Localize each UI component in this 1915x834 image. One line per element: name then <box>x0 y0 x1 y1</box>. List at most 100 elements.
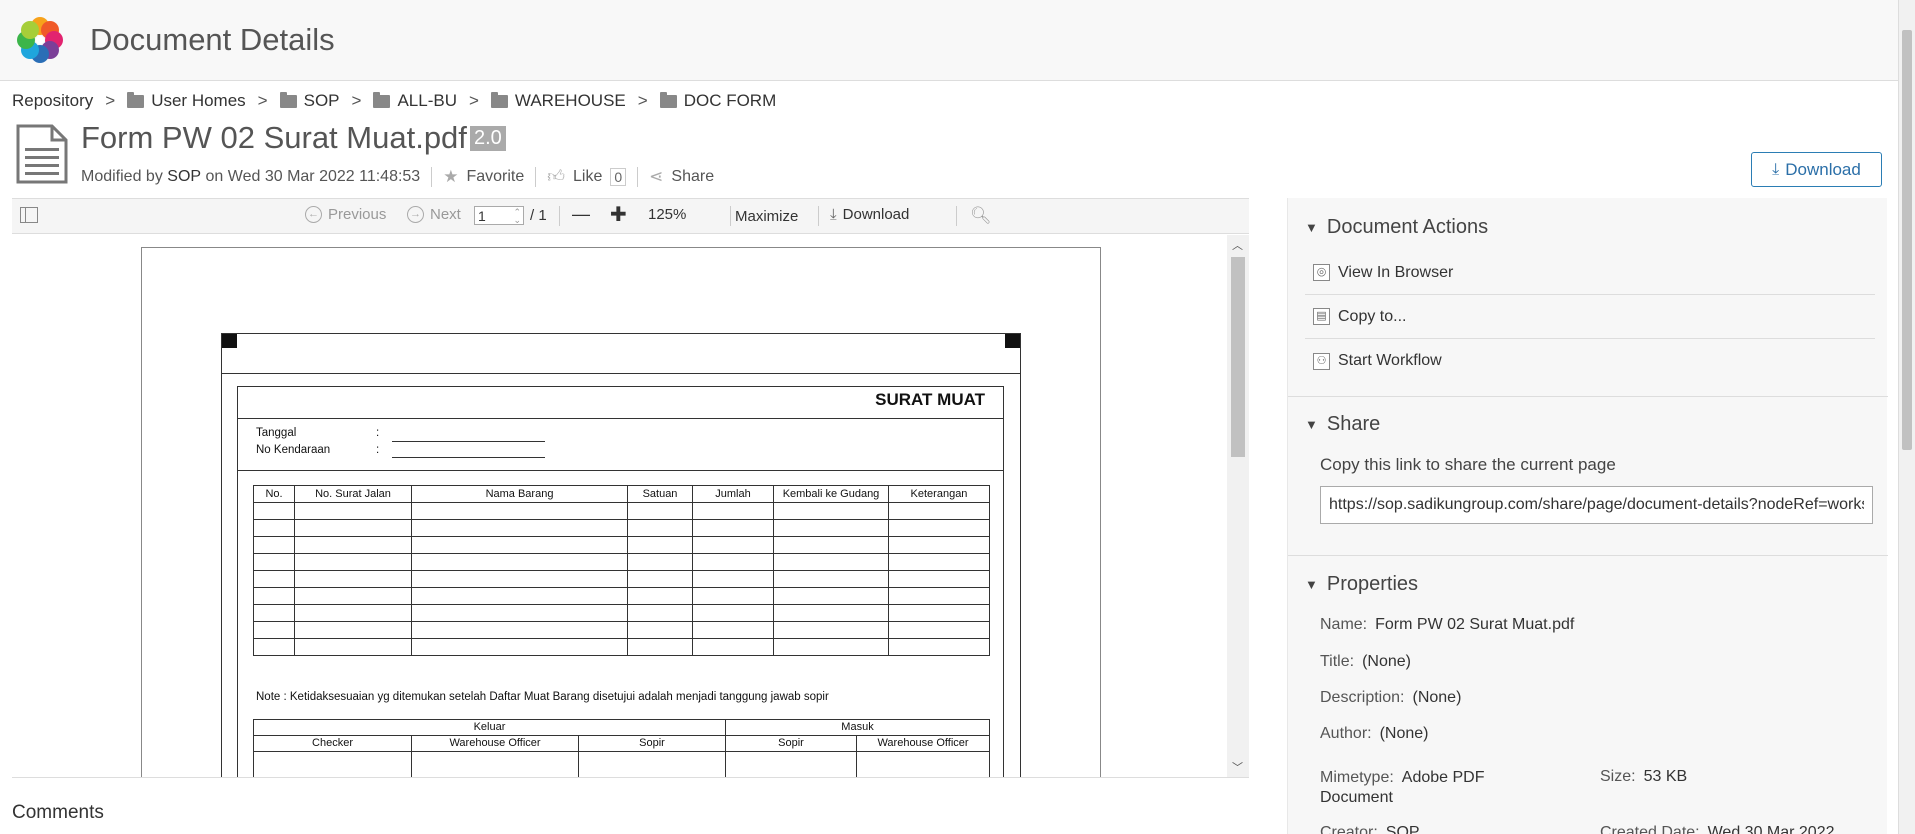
zoom-level[interactable]: 125% <box>648 206 686 223</box>
signature-header-row: Checker Warehouse Officer Sopir Sopir Wa… <box>253 735 990 752</box>
meta-divider <box>535 166 537 187</box>
colon: : <box>376 427 380 439</box>
maximize-button[interactable]: Maximize <box>735 208 798 225</box>
folder-icon <box>490 91 508 108</box>
toolbar-divider <box>559 206 560 226</box>
breadcrumb-user-homes[interactable]: User Homes <box>127 91 246 111</box>
copy-to-action[interactable]: ▤ Copy to... <box>1305 295 1875 339</box>
copy-icon: ▤ <box>1313 308 1330 325</box>
zoom-in-button[interactable]: ✚ <box>610 202 627 227</box>
form-frame: SURAT MUAT Tanggal : No Kendaraan : No. … <box>221 333 1021 777</box>
property-label: Creator: <box>1320 824 1378 834</box>
column-header: Jumlah <box>692 485 774 503</box>
modified-user-link[interactable]: SOP <box>167 168 201 186</box>
view-in-browser-action[interactable]: ◎ View In Browser <box>1305 251 1875 295</box>
breadcrumb-repository[interactable]: Repository <box>12 91 93 111</box>
breadcrumb-separator: > <box>105 91 116 110</box>
document-meta: Modified by SOP on Wed 30 Mar 2022 11:48… <box>81 166 714 187</box>
items-table: No. No. Surat Jalan Nama Barang Satuan J… <box>253 485 990 656</box>
properties-header[interactable]: ▼ Properties <box>1305 573 1418 596</box>
share-link-input[interactable] <box>1320 486 1873 524</box>
meta-divider <box>431 166 433 187</box>
viewer-scrollbar-thumb[interactable] <box>1231 257 1245 457</box>
breadcrumb-label: ALL-BU <box>397 91 457 110</box>
like-button[interactable]: 👍︎ Like 0 <box>547 166 627 187</box>
modified-date: on Wed 30 Mar 2022 11:48:53 <box>205 167 421 185</box>
surat-muat-form: SURAT MUAT Tanggal : No Kendaraan : No. … <box>237 386 1004 777</box>
column-header: Satuan <box>627 485 693 503</box>
meta-divider <box>637 166 639 187</box>
section-divider <box>1288 555 1888 556</box>
share-description: Copy this link to share the current page <box>1320 455 1616 474</box>
favorite-button[interactable]: ★ Favorite <box>443 167 524 187</box>
viewer-download-button[interactable]: ⤓ Download <box>830 206 909 223</box>
start-workflow-action[interactable]: ⚇ Start Workflow <box>1305 339 1875 383</box>
like-count: 0 <box>610 167 627 186</box>
action-label: Copy to... <box>1338 307 1407 325</box>
form-rule <box>238 418 1003 419</box>
breadcrumb-all-bu[interactable]: ALL-BU <box>373 91 457 111</box>
section-title: Properties <box>1326 573 1419 595</box>
favorite-label: Favorite <box>466 167 525 185</box>
form-rule <box>222 373 1020 374</box>
table-row <box>253 536 990 554</box>
section-title: Share <box>1326 413 1381 435</box>
kendaraan-label: No Kendaraan <box>256 444 331 456</box>
signature-column: Sopir <box>578 735 726 752</box>
form-title: SURAT MUAT <box>875 390 985 409</box>
pdf-page-area[interactable]: SURAT MUAT Tanggal : No Kendaraan : No. … <box>12 235 1227 777</box>
folder-icon <box>127 91 145 108</box>
viewer-toolbar: ← Previous → Next 1 ⌃ ⌄ / 1 — ✚ 125% Maximiz… <box>12 199 1249 234</box>
next-page-button[interactable]: → Next <box>407 206 461 223</box>
signature-column: Sopir <box>725 735 857 752</box>
page-spinner-icon[interactable]: ⌃ ⌄ <box>513 207 523 224</box>
page-scrollbar[interactable] <box>1898 0 1915 834</box>
signature-row <box>253 751 990 777</box>
document-actions-header[interactable]: ▼ Document Actions <box>1305 216 1488 239</box>
viewer-scrollbar[interactable]: ︿ ﹀ <box>1227 235 1249 777</box>
section-divider <box>1288 396 1888 397</box>
download-button[interactable]: ⤓ Download <box>1751 152 1882 187</box>
table-row <box>253 570 990 588</box>
property-label: Size: <box>1600 768 1636 785</box>
arrow-right-icon: → <box>407 206 424 223</box>
download-label: Download <box>1785 159 1861 179</box>
toolbar-divider <box>818 206 819 226</box>
signature-group-row: Keluar Masuk <box>253 719 990 736</box>
share-button[interactable]: ⋖ Share <box>649 167 714 187</box>
folder-icon <box>279 91 297 108</box>
chevron-up-icon[interactable]: ︿ <box>1232 237 1243 253</box>
table-row <box>253 638 990 656</box>
registration-mark <box>222 334 237 348</box>
sidebar-toggle-icon[interactable] <box>20 207 38 223</box>
table-row <box>253 621 990 639</box>
alfresco-logo-icon[interactable] <box>10 10 70 70</box>
toolbar-divider <box>730 206 731 226</box>
tanggal-line <box>392 441 545 442</box>
column-header: No. <box>253 485 295 503</box>
signature-table: Keluar Masuk Checker Warehouse Officer S… <box>253 719 990 777</box>
share-header[interactable]: ▼ Share <box>1305 413 1380 436</box>
property-title: Title: (None) <box>1320 653 1411 671</box>
property-value: 53 KB <box>1643 768 1688 785</box>
signature-column: Warehouse Officer <box>411 735 579 752</box>
breadcrumb-separator: > <box>637 91 648 110</box>
property-mimetype: Mimetype: Adobe PDF Document <box>1320 768 1540 808</box>
breadcrumb-doc-form[interactable]: DOC FORM <box>659 91 776 111</box>
previous-page-button[interactable]: ← Previous <box>305 206 386 223</box>
collapse-triangle-icon: ▼ <box>1305 220 1318 235</box>
breadcrumb-separator: > <box>351 91 362 110</box>
previous-label: Previous <box>328 206 387 223</box>
property-label: Author: <box>1320 725 1372 742</box>
property-created-date: Created Date: Wed 30 Mar 2022 <box>1600 824 1835 834</box>
property-value: SOP <box>1385 824 1420 834</box>
table-row <box>253 553 990 571</box>
chevron-down-icon[interactable]: ﹀ <box>1232 759 1243 775</box>
search-icon[interactable]: 🔍︎ <box>970 206 992 226</box>
property-label: Title: <box>1320 653 1355 670</box>
breadcrumb-sop[interactable]: SOP <box>279 91 340 111</box>
page-number-input[interactable]: 1 ⌃ ⌄ <box>474 206 524 225</box>
zoom-out-button[interactable]: — <box>572 204 590 225</box>
breadcrumb-warehouse[interactable]: WAREHOUSE <box>490 91 626 111</box>
page-scrollbar-thumb[interactable] <box>1902 30 1912 450</box>
